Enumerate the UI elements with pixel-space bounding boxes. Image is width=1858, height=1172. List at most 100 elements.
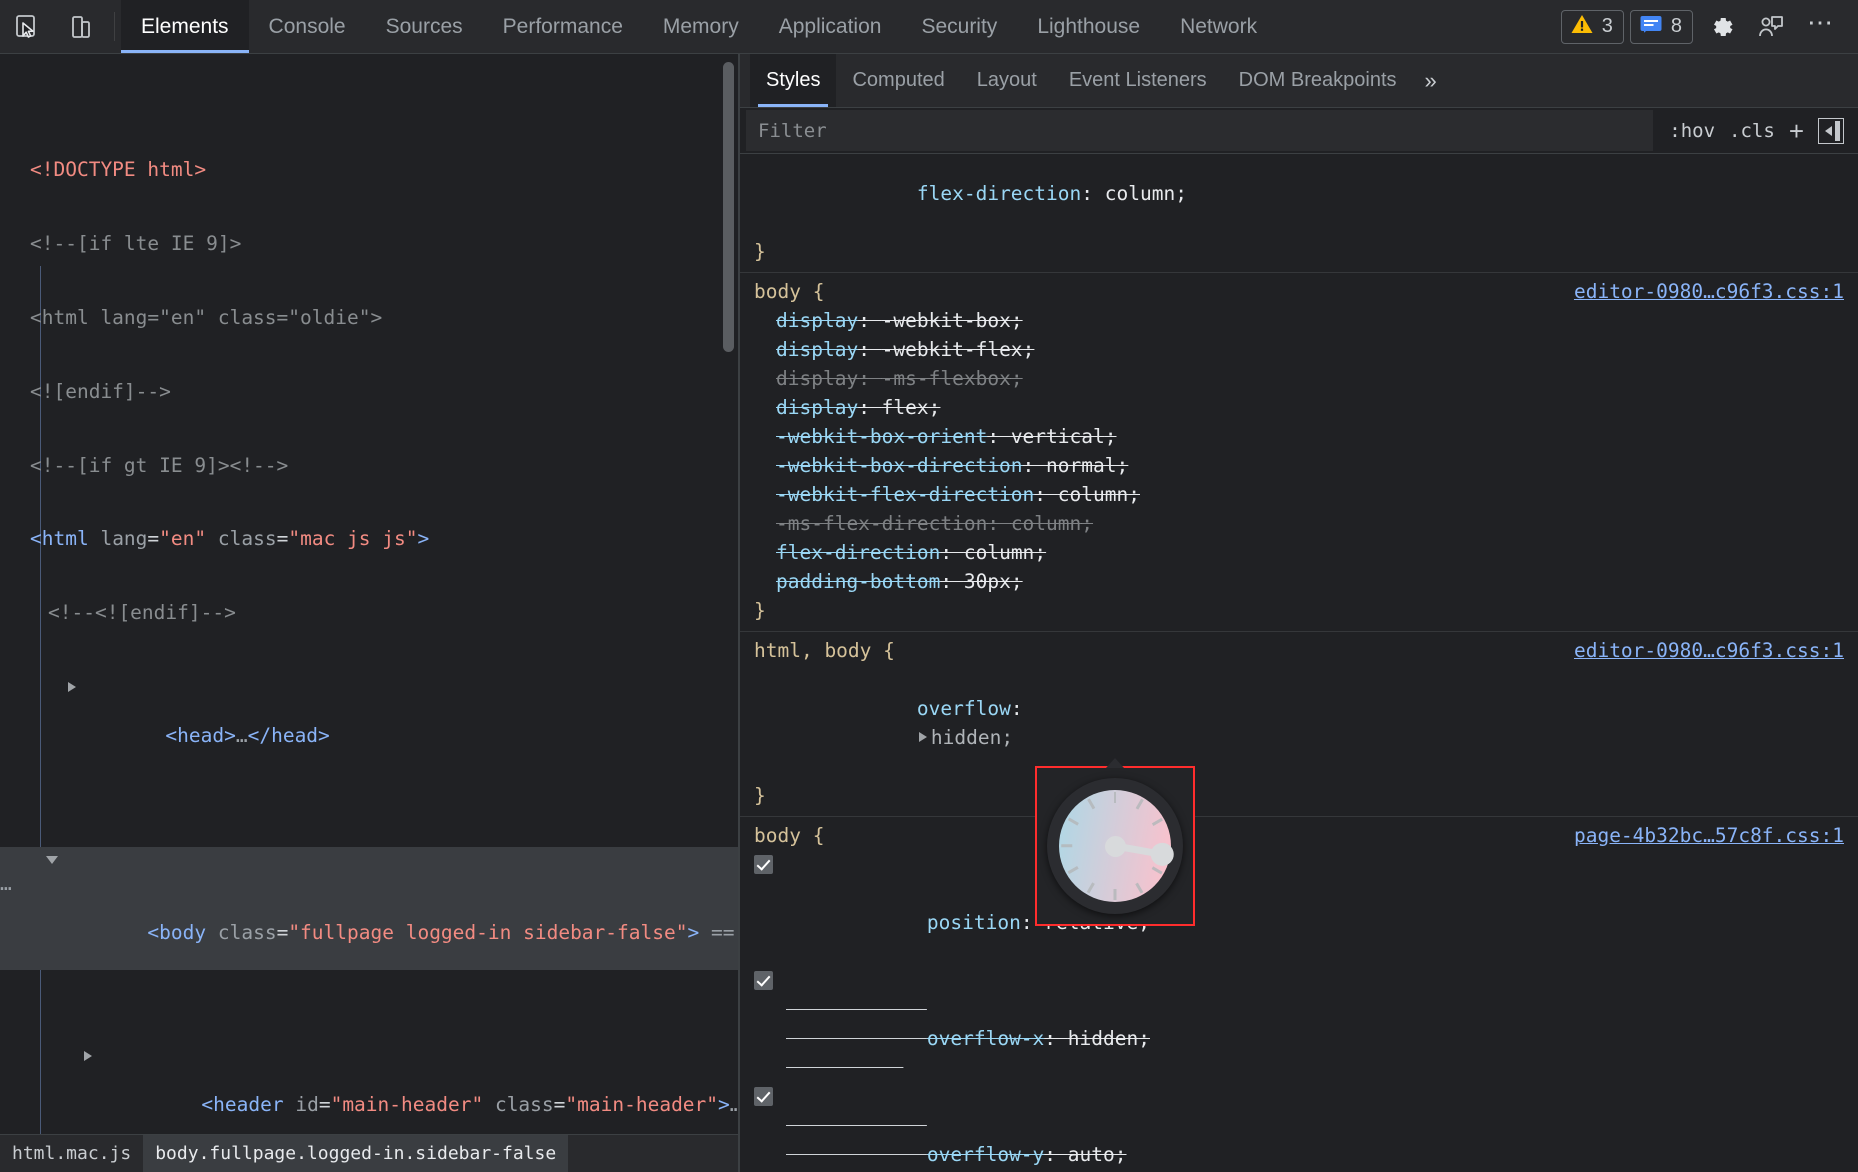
css-declaration[interactable]: overflow-y: auto; (740, 1082, 1858, 1172)
expand-triangle-icon[interactable] (84, 1051, 92, 1061)
tab-dom-breakpoints[interactable]: DOM Breakpoints (1223, 54, 1413, 107)
toggle-sidebar-icon[interactable] (1818, 118, 1844, 144)
tab-security[interactable]: Security (901, 0, 1017, 53)
css-property[interactable]: overflow-x (927, 1027, 1044, 1050)
css-property[interactable]: flex-direction (776, 541, 940, 564)
dom-line-comment-html-oldie[interactable]: <html lang="en" class="oldie"> (0, 306, 738, 331)
css-declaration[interactable]: -webkit-box-orient: vertical; (740, 422, 1858, 451)
tab-computed[interactable]: Computed (836, 54, 960, 107)
dial-knob[interactable] (1149, 841, 1176, 868)
css-selector[interactable]: html, body { (754, 636, 895, 665)
dom-line-head[interactable]: <head>…</head> (0, 675, 738, 773)
css-rule-html-body[interactable]: html, body { editor-0980…c96f3.css:1 ove… (740, 632, 1858, 817)
css-property[interactable]: -webkit-box-direction (776, 454, 1023, 477)
dom-tree-scrollbar[interactable] (723, 62, 734, 352)
css-declaration[interactable]: display: -webkit-box; (740, 306, 1858, 335)
css-property[interactable]: position (927, 911, 1021, 934)
css-value[interactable]: column (1058, 483, 1128, 506)
new-style-rule-button[interactable]: + (1789, 118, 1804, 144)
css-selector[interactable]: body { (754, 277, 824, 306)
warning-count-button[interactable]: 3 (1561, 10, 1624, 44)
css-selector[interactable]: body { (754, 821, 824, 850)
css-declaration[interactable]: overflow-x: hidden; (740, 966, 1858, 1082)
css-property[interactable]: -webkit-box-orient (776, 425, 987, 448)
dom-line-header[interactable]: <header id="main-header" class="main-hea… (0, 1044, 738, 1134)
tab-sources[interactable]: Sources (366, 0, 483, 53)
css-value[interactable]: vertical (1011, 425, 1105, 448)
filter-input[interactable] (746, 110, 1653, 151)
declaration-checkbox[interactable] (754, 971, 773, 990)
css-property[interactable]: display (776, 338, 858, 361)
tab-event-listeners[interactable]: Event Listeners (1053, 54, 1223, 107)
dom-line-html-open[interactable]: <html lang="en" class="mac js js"> (0, 527, 738, 552)
dom-line-comment-ie9-gt[interactable]: <!--[if gt IE 9]><!--> (0, 454, 738, 479)
css-value[interactable]: column (1105, 182, 1175, 205)
css-origin-link[interactable]: page-4b32bc…57c8f.css:1 (1574, 821, 1844, 850)
css-value[interactable]: 30px (964, 570, 1011, 593)
css-origin-link[interactable]: editor-0980…c96f3.css:1 (1574, 277, 1844, 306)
css-declaration[interactable]: display: flex; (740, 393, 1858, 422)
css-value[interactable]: -ms-flexbox (882, 367, 1011, 390)
css-value[interactable]: column (964, 541, 1034, 564)
css-declaration[interactable]: overflow: hidden; (740, 665, 1858, 781)
css-value[interactable]: hidden (931, 726, 1001, 749)
device-toolbar-icon[interactable] (54, 0, 108, 53)
css-origin-link[interactable]: editor-0980…c96f3.css:1 (1574, 636, 1844, 665)
tab-elements[interactable]: Elements (121, 0, 249, 53)
dial-gradient-preview[interactable] (1059, 790, 1171, 902)
css-value[interactable]: normal (1046, 454, 1116, 477)
inspect-cursor-icon[interactable] (0, 0, 54, 53)
css-value[interactable]: -webkit-box (882, 309, 1011, 332)
tab-memory[interactable]: Memory (643, 0, 759, 53)
css-declaration[interactable]: -ms-flex-direction: column; (740, 509, 1858, 538)
breadcrumb-item-body[interactable]: body.fullpage.logged-in.sidebar-false (143, 1135, 568, 1172)
collapse-triangle-icon[interactable] (46, 856, 58, 869)
dom-line-comment-endif2[interactable]: <!--<![endif]--> (0, 601, 738, 626)
css-rules-list[interactable]: flex-direction: column; } body { editor-… (740, 154, 1858, 1172)
chevron-double-right-icon[interactable]: » (1413, 54, 1449, 107)
tab-lighthouse[interactable]: Lighthouse (1017, 0, 1160, 53)
tab-console[interactable]: Console (249, 0, 366, 53)
cls-toggle-button[interactable]: .cls (1729, 120, 1775, 142)
dom-tree[interactable]: <!DOCTYPE html> <!--[if lte IE 9]> <html… (0, 54, 738, 1134)
dom-line-doctype[interactable]: <!DOCTYPE html> (0, 158, 738, 183)
tab-network[interactable]: Network (1160, 0, 1277, 53)
css-rule-body-editor[interactable]: body { editor-0980…c96f3.css:1 display: … (740, 273, 1858, 632)
tab-application[interactable]: Application (759, 0, 902, 53)
dom-line-body-selected[interactable]: … <body class="fullpage logged-in sideba… (0, 847, 738, 970)
tab-styles[interactable]: Styles (750, 54, 836, 107)
css-property[interactable]: -webkit-flex-direction (776, 483, 1034, 506)
dom-line-comment-endif[interactable]: <![endif]--> (0, 380, 738, 405)
css-declaration[interactable]: flex-direction: column; (740, 538, 1858, 567)
css-value[interactable]: auto (1068, 1143, 1115, 1166)
css-property[interactable]: flex-direction (917, 182, 1081, 205)
declaration-checkbox[interactable] (754, 1087, 773, 1106)
css-property[interactable]: overflow (917, 697, 1011, 720)
message-count-button[interactable]: 8 (1630, 10, 1693, 44)
angle-picker-dial[interactable] (1035, 766, 1195, 926)
css-value[interactable]: hidden (1068, 1027, 1138, 1050)
css-value[interactable]: flex (882, 396, 929, 419)
css-declaration[interactable]: -webkit-flex-direction: column; (740, 480, 1858, 509)
expand-triangle-icon[interactable] (68, 682, 76, 692)
hov-toggle-button[interactable]: :hov (1669, 120, 1715, 142)
css-value[interactable]: column (1011, 512, 1081, 535)
css-declaration[interactable]: padding-bottom: 30px; (740, 567, 1858, 596)
css-property[interactable]: display (776, 367, 858, 390)
tab-layout[interactable]: Layout (961, 54, 1053, 107)
css-property[interactable]: display (776, 309, 858, 332)
css-property[interactable]: padding-bottom (776, 570, 940, 593)
css-property[interactable]: -ms-flex-direction (776, 512, 987, 535)
gear-icon[interactable] (1699, 5, 1743, 49)
css-declaration[interactable]: position: relative; (740, 850, 1858, 966)
css-declaration[interactable]: -webkit-box-direction: normal; (740, 451, 1858, 480)
declaration-checkbox[interactable] (754, 855, 773, 874)
more-options-icon[interactable]: ⋯ (1799, 7, 1844, 46)
tab-performance[interactable]: Performance (483, 0, 643, 53)
css-declaration[interactable]: flex-direction: column; (740, 154, 1858, 237)
expand-triangle-icon[interactable] (919, 732, 927, 742)
dom-line-comment-ie9-lte[interactable]: <!--[if lte IE 9]> (0, 232, 738, 257)
css-value[interactable]: -webkit-flex (882, 338, 1023, 361)
css-declaration[interactable]: display: -webkit-flex; (740, 335, 1858, 364)
css-property[interactable]: display (776, 396, 858, 419)
